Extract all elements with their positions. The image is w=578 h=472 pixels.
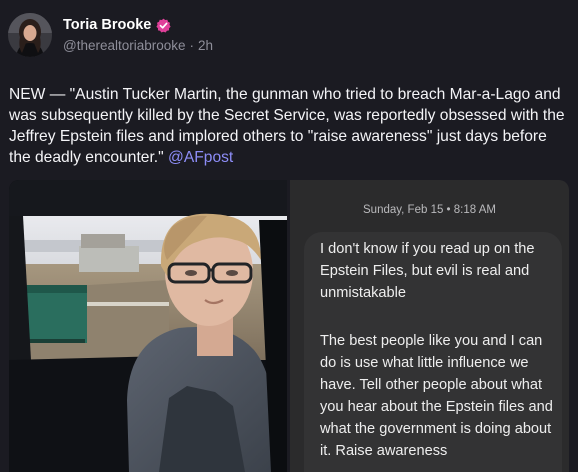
media-message-screenshot[interactable]: Sunday, Feb 15 • 8:18 AM I don't know if… xyxy=(290,180,569,472)
media-gallery: Sunday, Feb 15 • 8:18 AM I don't know if… xyxy=(9,180,569,472)
author-display-name[interactable]: Toria Brooke xyxy=(63,17,151,33)
photo-image xyxy=(9,180,287,472)
post-text: NEW — "Austin Tucker Martin, the gunman … xyxy=(9,86,565,166)
message-bubble: I don't know if you read up on the Epste… xyxy=(304,232,562,472)
media-photo[interactable] xyxy=(9,180,287,472)
meta-separator: · xyxy=(189,38,195,53)
message-paragraph-1: I don't know if you read up on the Epste… xyxy=(320,241,535,301)
author-handle[interactable]: @therealtoriabrooke xyxy=(63,38,186,53)
mention-link[interactable]: @AFpost xyxy=(168,149,233,166)
author-info: Toria Brooke @therealtoriabrooke · 2h xyxy=(63,17,213,53)
avatar-image xyxy=(8,13,52,57)
message-timestamp: Sunday, Feb 15 • 8:18 AM xyxy=(363,204,496,216)
post-meta: @therealtoriabrooke · 2h xyxy=(63,38,213,53)
post-card: Toria Brooke @therealtoriabrooke · 2h NE… xyxy=(0,0,578,472)
name-row: Toria Brooke xyxy=(63,17,213,33)
avatar[interactable] xyxy=(8,13,52,57)
verified-badge-icon xyxy=(156,18,171,33)
post-header: Toria Brooke @therealtoriabrooke · 2h xyxy=(8,12,213,58)
post-timestamp[interactable]: 2h xyxy=(198,38,213,53)
post-body: NEW — "Austin Tucker Martin, the gunman … xyxy=(9,84,565,168)
message-paragraph-2: The best people like you and I can do is… xyxy=(320,333,553,459)
